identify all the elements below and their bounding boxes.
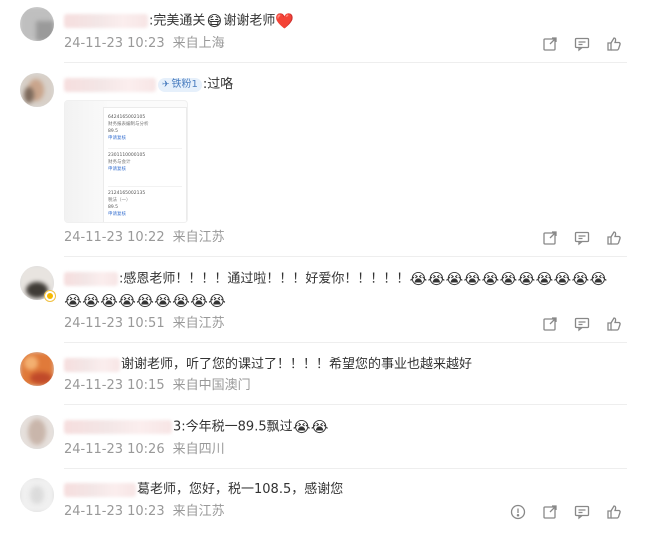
verified-badge-icon [44,290,56,302]
score-row: 6424165002105 财务报表编制与分析 89.5 申请复核 [108,114,182,149]
username[interactable] [64,77,156,92]
avatar[interactable] [20,73,54,107]
divider [64,256,627,257]
crying-emoji-icon: 😭 [310,418,329,436]
crying-emoji-icon: 😭 [571,270,590,288]
username[interactable] [64,272,118,286]
crying-emoji-icon: 😭 [82,292,100,310]
mask-emoji-icon: 😷 [206,12,223,30]
avatar[interactable] [20,352,54,386]
thumbs-up-icon[interactable] [605,503,623,521]
comment-location: 来自江苏 [172,316,225,331]
avatar[interactable] [20,415,54,449]
username[interactable] [64,14,148,28]
score-row: 2124165002135 税法（一） 89.5 申请复核 [108,191,146,217]
crying-emoji-icon: 😭 [64,292,82,310]
comment-actions [541,315,623,333]
comment-actions [541,35,623,53]
comment-date: 24-11-23 10:51 [64,316,165,331]
comment-location: 来自江苏 [172,230,225,245]
comment-location: 来自江苏 [172,504,225,519]
thumbs-up-icon[interactable] [605,315,623,333]
comment-text: 铁粉1:过咯 [64,76,233,94]
share-icon[interactable] [541,503,559,521]
fan-badge[interactable]: 铁粉1 [158,77,202,92]
avatar[interactable] [20,7,54,41]
comment-location: 来自中国澳门 [172,378,251,393]
divider [64,62,627,63]
comment-meta: 24-11-23 10:51 来自江苏 [64,316,225,332]
crying-emoji-icon: 😭 [118,292,136,310]
crying-emoji-icon: 😭 [172,292,190,310]
comment-text: :完美通关😷谢谢老师❤️ [64,12,295,31]
crying-emoji-icon: 😭 [292,418,311,436]
comment-date: 24-11-23 10:23 [64,36,165,51]
crying-emoji-icon: 😭 [463,270,482,288]
comment-meta: 24-11-23 10:26 来自四川 [64,442,225,458]
reply-icon[interactable] [573,229,591,247]
comment-location: 来自四川 [172,442,225,457]
crying-emoji-icon: 😭 [517,270,536,288]
crying-emoji-icon: 😭 [589,270,608,288]
comment-date: 24-11-23 10:15 [64,378,165,393]
share-icon[interactable] [541,315,559,333]
heart-emoji-icon: ❤️ [275,12,295,30]
score-row: 2301110000105 财务与会计 申请复核 [108,152,182,187]
share-icon[interactable] [541,229,559,247]
crying-emoji-icon: 😭 [100,292,118,310]
comment-date: 24-11-23 10:22 [64,230,165,245]
comment-date: 24-11-23 10:26 [64,442,165,457]
comment-actions [509,503,623,521]
comment-meta: 24-11-23 10:22 来自江苏 [64,230,225,246]
comment-image[interactable]: 6424165002105 财务报表编制与分析 89.5 申请复核 230111… [64,100,188,223]
crying-emoji-icon: 😭 [154,292,172,310]
divider [64,468,627,469]
reply-icon[interactable] [573,503,591,521]
username[interactable] [64,357,120,372]
crying-emoji-icon: 😭 [535,270,554,288]
username[interactable] [64,420,172,434]
crying-emoji-icon: 😭 [553,270,572,288]
comment-text: :感恩老师！！！！通过啦！！！好爱你！！！！！😭😭😭😭😭😭😭😭😭😭😭 [64,270,607,289]
crying-emoji-icon: 😭 [499,270,518,288]
share-icon[interactable] [541,35,559,53]
crying-emoji-icon: 😭 [190,292,208,310]
username[interactable] [64,482,136,497]
crying-emoji-icon: 😭 [208,292,226,310]
score-screenshot: 6424165002105 财务报表编制与分析 89.5 申请复核 230111… [103,107,187,222]
comment-text: 葛老师，您好，税一108.5，感谢您 [64,481,343,499]
emoji-group: 😭😭😭😭😭😭😭😭😭😭😭 [409,270,608,288]
divider [64,404,627,405]
crying-emoji-icon: 😭 [136,292,154,310]
report-icon[interactable] [509,503,527,521]
divider [64,342,627,343]
comment-meta: 24-11-23 10:23 来自江苏 [64,504,225,520]
crying-emoji-icon: 😭 [481,270,500,288]
comment-text: 3:今年税一89.5飘过😭😭 [64,418,329,437]
crying-emoji-icon: 😭 [427,270,446,288]
comment-actions [541,229,623,247]
emoji-group: 😭😭😭😭😭😭😭😭😭 [64,292,226,310]
reply-icon[interactable] [573,35,591,53]
crying-emoji-icon: 😭 [445,270,464,288]
reply-icon[interactable] [573,315,591,333]
comment-meta: 24-11-23 10:23 来自上海 [64,36,225,52]
crying-emoji-icon: 😭 [409,270,428,288]
thumbs-up-icon[interactable] [605,35,623,53]
comment-meta: 24-11-23 10:15 来自中国澳门 [64,378,251,394]
avatar[interactable] [20,478,54,512]
comment-location: 来自上海 [172,36,225,51]
comment-date: 24-11-23 10:23 [64,504,165,519]
comment-text-cont: 😭😭😭😭😭😭😭😭😭 [64,292,226,311]
comment-text: 谢谢老师，听了您的课过了！！！！希望您的事业也越来越好 [64,356,472,374]
thumbs-up-icon[interactable] [605,229,623,247]
